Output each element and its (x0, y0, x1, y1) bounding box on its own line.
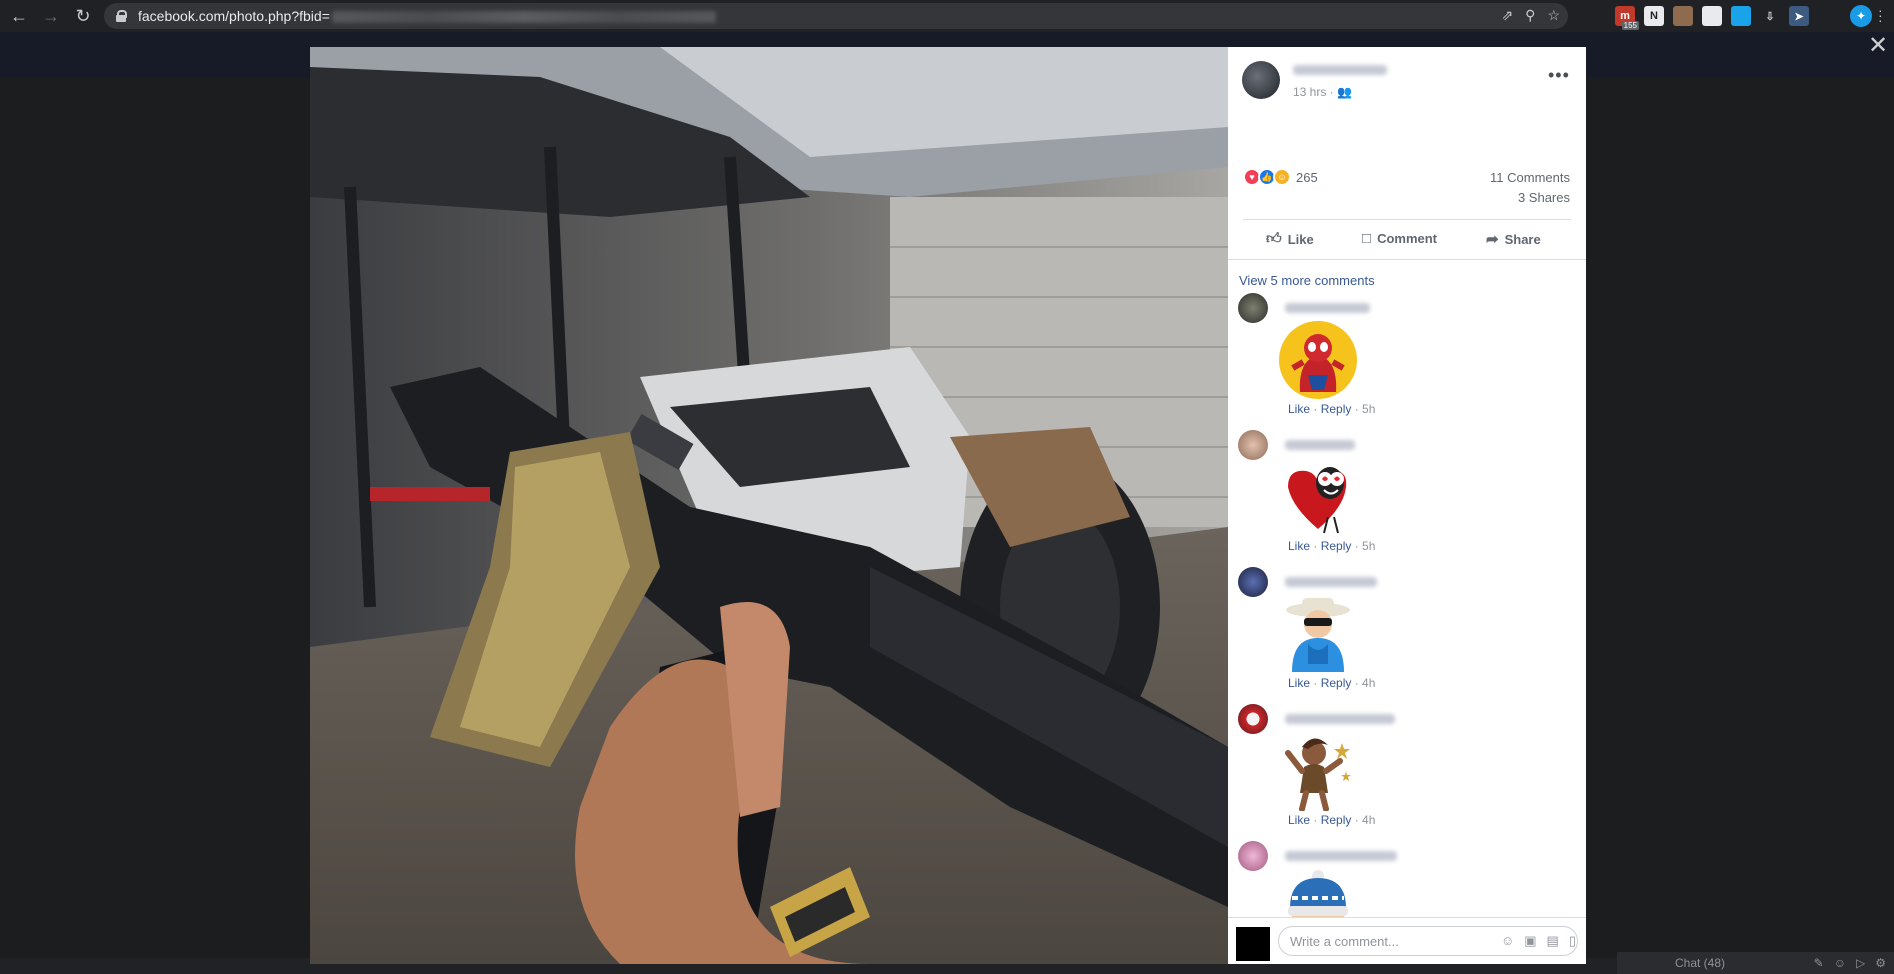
lock-icon (116, 10, 127, 22)
comment-actions: Like · Reply · 4h (1288, 676, 1376, 690)
divider (1243, 219, 1571, 220)
compose-icon[interactable]: ✎ (1814, 956, 1824, 970)
photo-image (310, 47, 1228, 964)
dancing-character-sticker (1285, 738, 1351, 811)
chat-label: Chat (48) (1675, 956, 1726, 970)
commenter-name-redacted[interactable] (1285, 851, 1397, 861)
gif-icon[interactable]: ▤ (1547, 933, 1559, 949)
haha-reaction-icon: ☺ (1273, 168, 1291, 186)
forward-icon[interactable]: → (38, 3, 64, 29)
commenter-name-redacted[interactable] (1285, 714, 1395, 724)
commenter-avatar[interactable] (1238, 430, 1268, 460)
share-arrow-icon: ➦ (1486, 231, 1499, 248)
commenter-avatar[interactable] (1238, 841, 1268, 871)
commenter-avatar[interactable] (1238, 293, 1268, 323)
shares-count[interactable]: 3 Shares (1518, 190, 1570, 205)
settings-gear-icon[interactable]: ⚙ (1875, 956, 1886, 970)
comment-like-link[interactable]: Like (1288, 676, 1310, 690)
download-icon[interactable]: ⇩ (1760, 6, 1780, 26)
close-icon[interactable]: ✕ (1868, 34, 1888, 58)
post-timestamp[interactable]: 13 hrs · 👥 (1293, 85, 1352, 99)
author-avatar[interactable] (1242, 61, 1280, 99)
extension-icon-3[interactable] (1673, 6, 1693, 26)
profile-avatar-icon[interactable]: ✦ (1850, 5, 1872, 27)
video-icon[interactable]: ▷ (1856, 956, 1865, 970)
chat-sidebar-bar[interactable]: Chat (48) ✎ ☺ ▷ ⚙ (1617, 952, 1894, 974)
comment-like-link[interactable]: Like (1288, 813, 1310, 827)
extension-icon-1[interactable]: m 155 (1615, 6, 1639, 30)
translate-icon[interactable]: ⇗ (1501, 7, 1513, 24)
camera-icon[interactable]: ▣ (1524, 933, 1536, 949)
extension-icon-5[interactable] (1731, 6, 1751, 26)
comment-button[interactable]: □ Comment (1362, 230, 1437, 247)
spiderman-sticker (1279, 321, 1357, 399)
post-photo[interactable] (310, 47, 1228, 964)
bookmark-star-icon[interactable]: ☆ (1547, 7, 1560, 24)
more-options-icon[interactable]: ••• (1548, 65, 1570, 86)
comment-composer: Write a comment... ☺ ▣ ▤ ▯ (1228, 917, 1586, 964)
url-redacted (331, 11, 716, 24)
share-button[interactable]: ➦ Share (1486, 230, 1541, 248)
comment-actions: Like · Reply · 4h (1288, 813, 1376, 827)
comment-time[interactable]: · 4h (1355, 813, 1376, 827)
comment-actions: Like · Reply · 5h (1288, 402, 1376, 416)
speech-bubble-icon: □ (1362, 230, 1372, 247)
url-text: facebook.com/photo.php?fbid= (138, 8, 716, 24)
notion-icon[interactable]: N (1644, 6, 1664, 26)
commenter-avatar[interactable] (1238, 704, 1268, 734)
cowboy-character-sticker (1286, 598, 1350, 672)
address-bar[interactable]: facebook.com/photo.php?fbid= ⇗ ⚲ ☆ (104, 3, 1568, 29)
cursor-extension-icon[interactable]: ➤ (1789, 6, 1809, 26)
sticker-icon[interactable]: ▯ (1569, 933, 1576, 949)
zoom-icon[interactable]: ⚲ (1525, 7, 1535, 24)
comment-input-placeholder: Write a comment... (1290, 934, 1399, 949)
commenter-name-redacted[interactable] (1285, 577, 1377, 587)
thumbs-up-icon: 👍︎ (1266, 230, 1282, 247)
comment-like-link[interactable]: Like (1288, 402, 1310, 416)
comment-reply-link[interactable]: Reply (1321, 813, 1352, 827)
comments-count[interactable]: 11 Comments (1490, 170, 1570, 185)
browser-menu-icon[interactable]: · · · (1878, 3, 1883, 27)
comment-actions: Like · Reply · 5h (1288, 539, 1376, 553)
heart-character-sticker (1288, 467, 1347, 534)
group-icon[interactable]: ☺ (1834, 956, 1846, 970)
emoji-icon[interactable]: ☺ (1501, 933, 1514, 949)
document-icon[interactable] (1702, 6, 1722, 26)
comment-reply-link[interactable]: Reply (1321, 402, 1352, 416)
reactions-summary[interactable]: ♥ 👍 ☺ 265 (1243, 168, 1318, 186)
friends-audience-icon: 👥 (1337, 85, 1352, 99)
author-name-redacted[interactable] (1293, 65, 1387, 75)
commenter-avatar[interactable] (1238, 567, 1268, 597)
commenter-name-redacted[interactable] (1285, 440, 1355, 450)
like-button[interactable]: 👍︎ Like (1266, 230, 1314, 248)
my-avatar (1236, 927, 1270, 961)
comment-time[interactable]: · 5h (1355, 402, 1376, 416)
reaction-count: 265 (1296, 169, 1318, 185)
comment-reply-link[interactable]: Reply (1321, 676, 1352, 690)
back-icon[interactable]: ← (6, 3, 32, 29)
comment-reply-link[interactable]: Reply (1321, 539, 1352, 553)
commenter-name-redacted[interactable] (1285, 303, 1370, 313)
reload-icon[interactable]: ↻ (70, 3, 96, 29)
post-side-panel: 13 hrs · 👥 ••• ♥ 👍 ☺ 265 11 Comments 3 S… (1228, 47, 1586, 964)
divider (1228, 259, 1586, 260)
comment-time[interactable]: · 5h (1355, 539, 1376, 553)
browser-toolbar: ← → ↻ facebook.com/photo.php?fbid= ⇗ ⚲ ☆… (0, 0, 1894, 32)
view-more-comments-link[interactable]: View 5 more comments (1239, 273, 1375, 288)
comment-time[interactable]: · 4h (1355, 676, 1376, 690)
comment-like-link[interactable]: Like (1288, 539, 1310, 553)
